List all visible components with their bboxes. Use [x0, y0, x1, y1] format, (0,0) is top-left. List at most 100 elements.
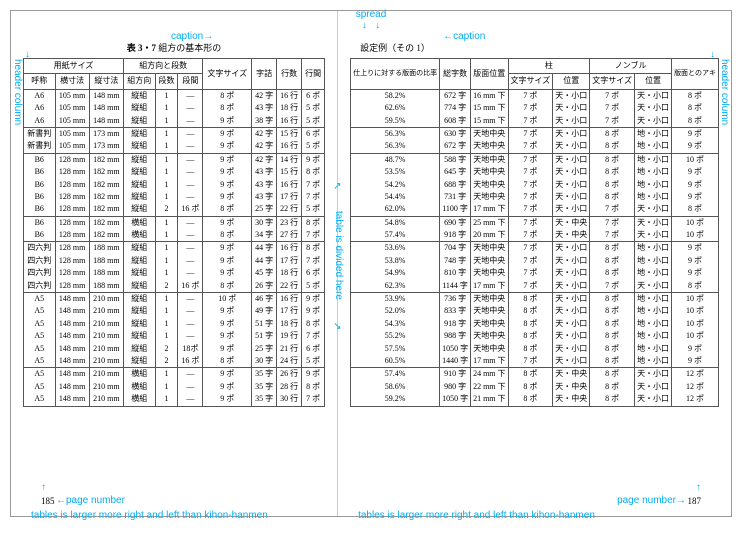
table-cell: 10 ポ: [672, 229, 719, 242]
table-cell: 105 mm: [55, 102, 89, 114]
table-cell: 34 字: [252, 229, 277, 242]
table-cell: 26 行: [277, 368, 302, 381]
table-cell: 128 mm: [55, 229, 89, 242]
table-row: 新書判105 mm173 mm縦組1—9 ポ42 字15 行6 ポ: [24, 127, 325, 140]
table-cell: 8 ポ: [302, 166, 325, 178]
table-cell: 7 ポ: [302, 191, 325, 203]
table-cell: 148 mm: [89, 115, 123, 128]
table-cell: 105 mm: [55, 115, 89, 128]
table-cell: 7 ポ: [508, 355, 553, 368]
table-cell: 7 ポ: [590, 89, 635, 102]
table-cell: 地・小口: [635, 330, 672, 342]
table-cell: 天・小口: [553, 305, 590, 317]
table-cell: 918 字: [440, 318, 471, 330]
table-cell: 9 ポ: [672, 140, 719, 153]
table-cell: 6 ポ: [302, 267, 325, 279]
table-cell: 10 ポ: [672, 330, 719, 342]
table-row: 53.8%748 字天地中央7 ポ天・小口8 ポ地・小口9 ポ: [351, 255, 719, 267]
table-cell: 天・小口: [553, 153, 590, 166]
table-cell: B6: [24, 191, 56, 203]
table-cell: 5 ポ: [302, 280, 325, 293]
table-cell: 42 字: [252, 89, 277, 102]
table-cell: 7 ポ: [302, 255, 325, 267]
table-group: B6128 mm182 mm縦組1—9 ポ42 字14 行9 ポB6128 mm…: [24, 153, 325, 216]
table-cell: 7 ポ: [508, 203, 553, 216]
table-row: 62.0%1100 字17 mm 下7 ポ天・小口7 ポ天・小口8 ポ: [351, 203, 719, 216]
table-row: A6105 mm148 mm縦組1—8 ポ43 字18 行5 ポ: [24, 102, 325, 114]
table-cell: 22 行: [277, 203, 302, 216]
spread: spread ↓ ↓ caption→ header column ↓ 表 3・…: [10, 10, 732, 517]
anno-pagenum-right: page number→: [617, 495, 686, 506]
table-cell: 地・小口: [635, 140, 672, 153]
table-row: A5148 mm210 mm縦組1—9 ポ51 字19 行7 ポ: [24, 330, 325, 342]
table-cell: 1050 字: [440, 393, 471, 406]
table-cell: 56.3%: [351, 140, 440, 153]
table-cell: 148 mm: [55, 305, 89, 317]
table-cell: 12 ポ: [672, 368, 719, 381]
table-cell: 38 字: [252, 115, 277, 128]
table-cell: 8 ポ: [590, 191, 635, 203]
table-cell: 1: [155, 115, 178, 128]
table-cell: 1: [155, 267, 178, 279]
table-row: 53.5%645 字天地中央7 ポ天・小口8 ポ地・小口9 ポ: [351, 166, 719, 178]
table-cell: 128 mm: [55, 191, 89, 203]
table-cell: —: [178, 267, 203, 279]
table-cell: 1: [155, 140, 178, 153]
table-cell: 148 mm: [55, 355, 89, 368]
table-cell: 7 ポ: [508, 127, 553, 140]
table-cell: 731 字: [440, 191, 471, 203]
table-cell: 15 mm 下: [471, 102, 508, 114]
right-caption: 設定例（その 1）: [360, 41, 719, 54]
table-row: 54.3%918 字天地中央8 ポ天・小口8 ポ地・小口10 ポ: [351, 318, 719, 330]
table-row: B6128 mm182 mm縦組216 ポ8 ポ25 字22 行5 ポ: [24, 203, 325, 216]
table-cell: 7 ポ: [508, 242, 553, 255]
table-cell: 四六判: [24, 255, 56, 267]
table-cell: 15 行: [277, 166, 302, 178]
table-cell: —: [178, 242, 203, 255]
table-cell: 1100 字: [440, 203, 471, 216]
table-cell: 7 ポ: [302, 229, 325, 242]
table-cell: 9 ポ: [302, 153, 325, 166]
table-cell: 20 mm 下: [471, 229, 508, 242]
table-cell: 21 行: [277, 343, 302, 355]
anno-header-col-right: header column: [719, 59, 730, 125]
table-cell: 833 字: [440, 305, 471, 317]
left-arrow-icon: ←: [56, 495, 66, 506]
table-cell: 148 mm: [55, 343, 89, 355]
table-cell: 1: [155, 368, 178, 381]
table-cell: 縦組: [123, 280, 155, 293]
table-cell: 9 ポ: [672, 267, 719, 279]
table-cell: 天・小口: [635, 203, 672, 216]
th-dir: 組方向: [123, 74, 155, 89]
table-cell: 天・小口: [635, 115, 672, 128]
table-cell: 天・小口: [553, 255, 590, 267]
table-cell: 天・小口: [553, 179, 590, 191]
table-cell: 7 ポ: [508, 153, 553, 166]
table-cell: 天・小口: [553, 293, 590, 306]
table-cell: A5: [24, 305, 56, 317]
table-cell: 54.2%: [351, 179, 440, 191]
table-cell: 8 ポ: [508, 330, 553, 342]
table-cell: 148 mm: [89, 89, 123, 102]
table-cell: A5: [24, 355, 56, 368]
table-cell: 588 字: [440, 153, 471, 166]
table-cell: 17 行: [277, 191, 302, 203]
right-table-header: 仕上りに対する版面の比率 総字数 版面位置 柱 ノンブル 版面とのアキ 文字サイ…: [351, 59, 719, 90]
table-cell: 天・小口: [553, 318, 590, 330]
table-cell: B6: [24, 216, 56, 229]
table-cell: 210 mm: [89, 355, 123, 368]
table-cell: 51 字: [252, 318, 277, 330]
table-cell: 7 ポ: [508, 216, 553, 229]
table-cell: 17 行: [277, 305, 302, 317]
table-cell: 6 ポ: [302, 127, 325, 140]
table-cell: 210 mm: [89, 293, 123, 306]
table-cell: 横組: [123, 216, 155, 229]
table-cell: 148 mm: [55, 318, 89, 330]
table-cell: 8 ポ: [672, 89, 719, 102]
table-cell: 43 字: [252, 166, 277, 178]
table-cell: 57.4%: [351, 368, 440, 381]
table-cell: 天地中央: [471, 242, 508, 255]
table-cell: 44 字: [252, 242, 277, 255]
table-cell: 16 行: [277, 140, 302, 153]
table-cell: 736 字: [440, 293, 471, 306]
